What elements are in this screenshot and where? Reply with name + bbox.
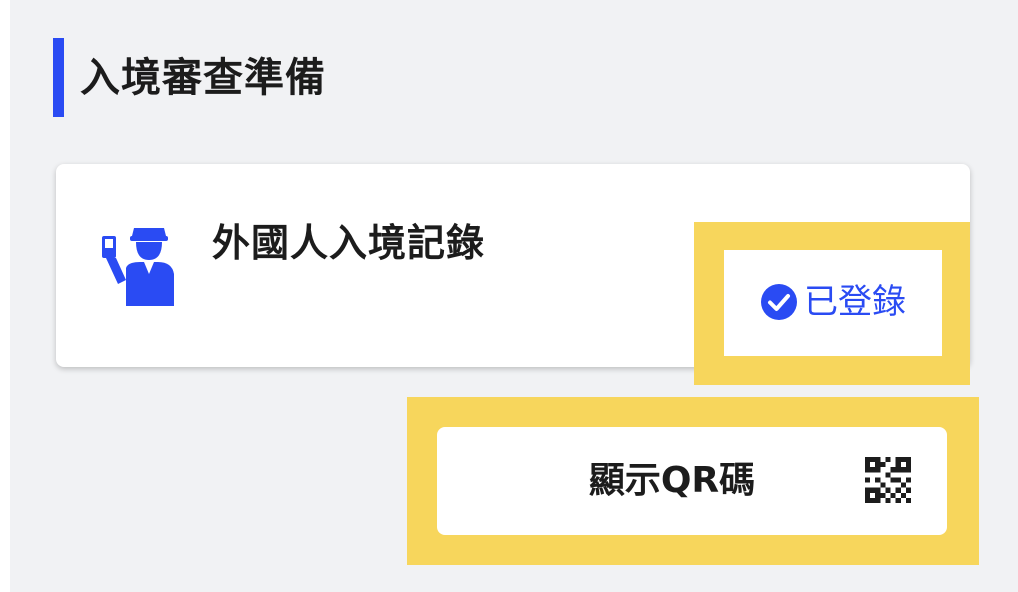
show-qr-button[interactable]: 顯示QR碼 <box>437 427 947 535</box>
registered-status: 已登錄 <box>760 278 906 326</box>
section-title: 入境審查準備 <box>80 55 326 101</box>
qr-code-icon <box>865 457 911 503</box>
section-accent-bar <box>53 38 64 117</box>
check-circle-icon <box>761 284 797 320</box>
status-label: 已登錄 <box>804 282 906 322</box>
show-qr-label: 顯示QR碼 <box>588 460 756 501</box>
card-title: 外國人入境記錄 <box>212 221 486 265</box>
immigration-officer-icon <box>102 228 174 306</box>
